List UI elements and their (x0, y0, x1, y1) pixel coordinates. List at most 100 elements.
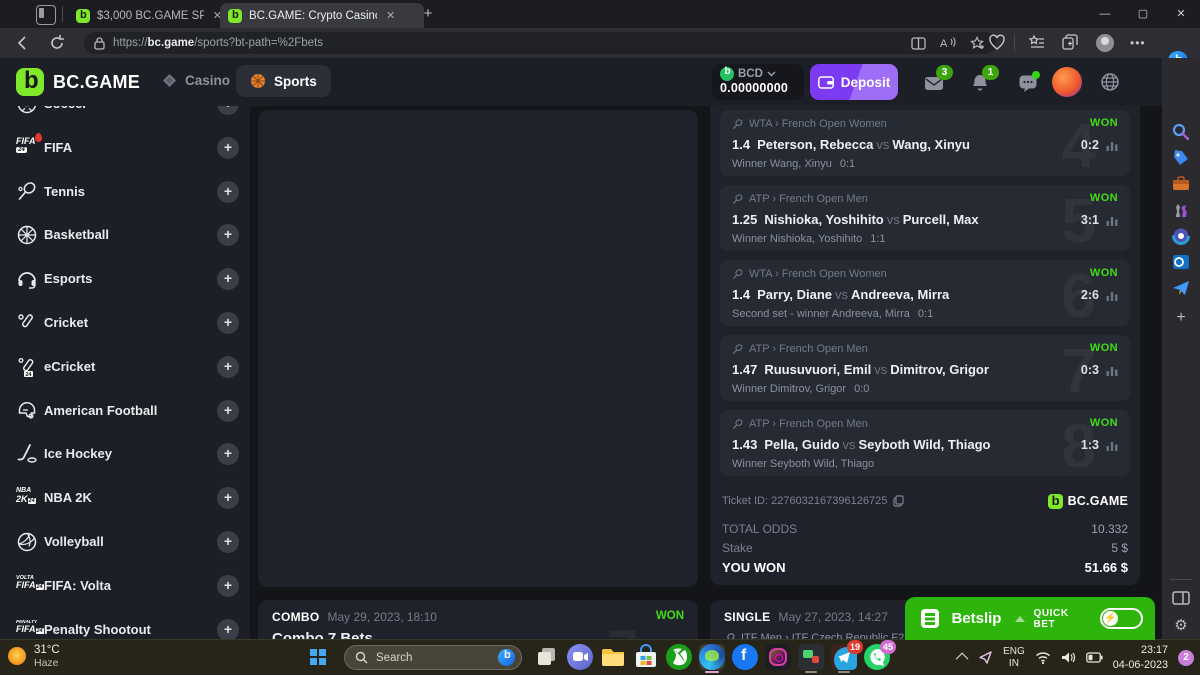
sidebar-item-volleyball[interactable]: Volleyball + (0, 520, 250, 564)
back-icon[interactable] (14, 34, 32, 52)
statistics-icon[interactable] (1106, 290, 1118, 301)
search-icon[interactable] (1171, 122, 1191, 142)
battery-icon[interactable] (1086, 652, 1103, 663)
browser-tab-1[interactable]: $3,000 BC.GAME SPORTS PARLAY ✕ (68, 3, 230, 28)
browser-tab-2[interactable]: BC.GAME: Crypto Casino Games ✕ (220, 3, 424, 28)
tab-close-icon[interactable]: ✕ (386, 9, 395, 22)
nav-sports[interactable]: Sports (236, 65, 331, 97)
copy-icon[interactable] (893, 495, 904, 507)
store-taskbar-button[interactable] (633, 644, 659, 670)
sidebar-item-penalty-shootout[interactable]: PENALTYFIFA24 Penalty Shootout + (0, 608, 250, 640)
sidebar-toggle-icon[interactable] (1171, 588, 1191, 608)
new-tab-button[interactable]: + (418, 4, 438, 24)
volume-icon[interactable] (1061, 651, 1076, 664)
bet-card-empty[interactable] (258, 110, 698, 587)
whatsapp-taskbar-button[interactable]: 45 (864, 644, 890, 670)
sidebar-item-tennis[interactable]: Tennis + (0, 170, 250, 214)
deposit-button[interactable]: Deposit (810, 64, 898, 100)
add-sport-button[interactable]: + (217, 137, 239, 159)
bet-leg-6[interactable]: 6 WTA › French Open Women WON 1.4Parry, … (720, 260, 1130, 326)
add-sport-button[interactable]: + (217, 487, 239, 509)
window-minimize-button[interactable]: — (1086, 0, 1124, 28)
language-indicator[interactable]: ENGIN (1003, 646, 1025, 669)
browser-essentials-icon[interactable] (988, 34, 1006, 52)
sidebar-item-soccer[interactable]: Soccer + (0, 106, 250, 126)
instagram-taskbar-button[interactable] (765, 644, 791, 670)
drop-icon[interactable] (1171, 278, 1191, 298)
add-sport-button[interactable]: + (217, 575, 239, 597)
mail-button[interactable]: 3 (924, 73, 944, 93)
window-close-button[interactable]: ✕ (1162, 0, 1200, 28)
add-sport-button[interactable]: + (217, 531, 239, 553)
sidebar-item-fifa-volta[interactable]: VOLTAFIFA24 FIFA: Volta + (0, 564, 250, 608)
favorites-bar-icon[interactable] (1028, 34, 1046, 52)
facebook-taskbar-button[interactable]: f (732, 644, 758, 670)
address-bar[interactable]: https://bc.game/sports?bt-path=%2Fbets A (84, 32, 996, 54)
browser-profile-avatar[interactable] (1096, 34, 1114, 52)
tools-icon[interactable] (1171, 174, 1191, 194)
quick-bet-toggle[interactable]: ⚡ (1100, 608, 1143, 629)
taskbar-search[interactable]: Search (344, 645, 522, 670)
wallet-selector[interactable]: BCD 0.00000000 (712, 64, 804, 100)
messenger-taskbar-button[interactable] (798, 644, 824, 670)
chat-taskbar-button[interactable] (567, 644, 593, 670)
bet-leg-5[interactable]: 5 ATP › French Open Men WON 1.25Nishioka… (720, 185, 1130, 251)
xbox-taskbar-button[interactable] (666, 644, 692, 670)
betslip-button[interactable]: Betslip QUICK BET ⚡ (905, 597, 1155, 640)
add-sport-button[interactable]: + (217, 443, 239, 465)
read-aloud-icon[interactable]: A (940, 36, 956, 50)
notification-count-badge[interactable]: 2 (1178, 650, 1194, 666)
wifi-icon[interactable] (1035, 651, 1051, 664)
nav-casino[interactable]: Casino (148, 65, 244, 96)
notifications-button[interactable]: 1 (970, 73, 990, 93)
add-sport-button[interactable]: + (217, 181, 239, 203)
sidebar-item-basketball[interactable]: Basketball + (0, 213, 250, 257)
edge-taskbar-button[interactable] (699, 644, 725, 670)
shopping-icon[interactable] (1171, 148, 1191, 168)
statistics-icon[interactable] (1106, 140, 1118, 151)
sidebar-item-esports[interactable]: Esports + (0, 257, 250, 301)
statistics-icon[interactable] (1106, 440, 1118, 451)
add-sport-button[interactable]: + (217, 268, 239, 290)
add-sidebar-app-icon[interactable]: + (1171, 308, 1191, 328)
browser-menu-icon[interactable]: ••• (1130, 36, 1146, 50)
sidebar-item-cricket[interactable]: Cricket + (0, 301, 250, 345)
user-avatar[interactable] (1052, 67, 1082, 97)
location-icon[interactable] (978, 650, 993, 665)
favorite-star-icon[interactable] (970, 36, 986, 51)
bet-leg-7[interactable]: 7 ATP › French Open Men WON 1.47Ruusuvuo… (720, 335, 1130, 401)
weather-widget[interactable]: 31°CHaze (8, 643, 60, 670)
statistics-icon[interactable] (1106, 215, 1118, 226)
games-icon[interactable] (1171, 200, 1191, 220)
start-button[interactable] (310, 649, 326, 665)
outlook-icon[interactable] (1171, 252, 1191, 272)
site-logo[interactable]: BC.GAME (16, 68, 140, 96)
statistics-icon[interactable] (1106, 365, 1118, 376)
bet-leg-8[interactable]: 8 ATP › French Open Men WON 1.43Pella, G… (720, 410, 1130, 476)
sidebar-item-american-football[interactable]: American Football + (0, 389, 250, 433)
window-maximize-button[interactable]: ▢ (1124, 0, 1162, 28)
hidden-icons-chevron[interactable] (956, 653, 969, 666)
sidebar-item-ecricket[interactable]: 24 eCricket + (0, 345, 250, 389)
clock-widget[interactable]: 23:1704-06-2023 (1113, 643, 1168, 671)
sidebar-item-ice-hockey[interactable]: Ice Hockey + (0, 432, 250, 476)
file-explorer-taskbar-button[interactable] (600, 644, 626, 670)
sidebar-item-fifa[interactable]: FIFA24 FIFA + (0, 126, 250, 170)
add-sport-button[interactable]: + (217, 106, 239, 115)
sidebar-item-nba-2k[interactable]: NBA2K24 NBA 2K + (0, 476, 250, 520)
refresh-icon[interactable] (48, 34, 66, 52)
split-screen-icon[interactable] (911, 36, 926, 51)
combo-bet-card[interactable]: COMBOMay 29, 2023, 18:10 WON 7 Combo 7 B… (258, 600, 698, 640)
globe-icon[interactable] (1100, 72, 1120, 92)
task-view-taskbar-button[interactable] (534, 644, 560, 670)
bet-detail-card[interactable]: 4 WTA › French Open Women WON 1.4Peterso… (710, 106, 1140, 585)
chat-button[interactable] (1018, 73, 1038, 93)
bet-leg-4[interactable]: 4 WTA › French Open Women WON 1.4Peterso… (720, 110, 1130, 176)
add-sport-button[interactable]: + (217, 619, 239, 640)
workspaces-icon[interactable] (36, 5, 56, 25)
add-sport-button[interactable]: + (217, 312, 239, 334)
add-sport-button[interactable]: + (217, 356, 239, 378)
add-sport-button[interactable]: + (217, 224, 239, 246)
settings-icon[interactable]: ⚙ (1171, 616, 1191, 636)
microsoft365-icon[interactable] (1171, 226, 1191, 246)
